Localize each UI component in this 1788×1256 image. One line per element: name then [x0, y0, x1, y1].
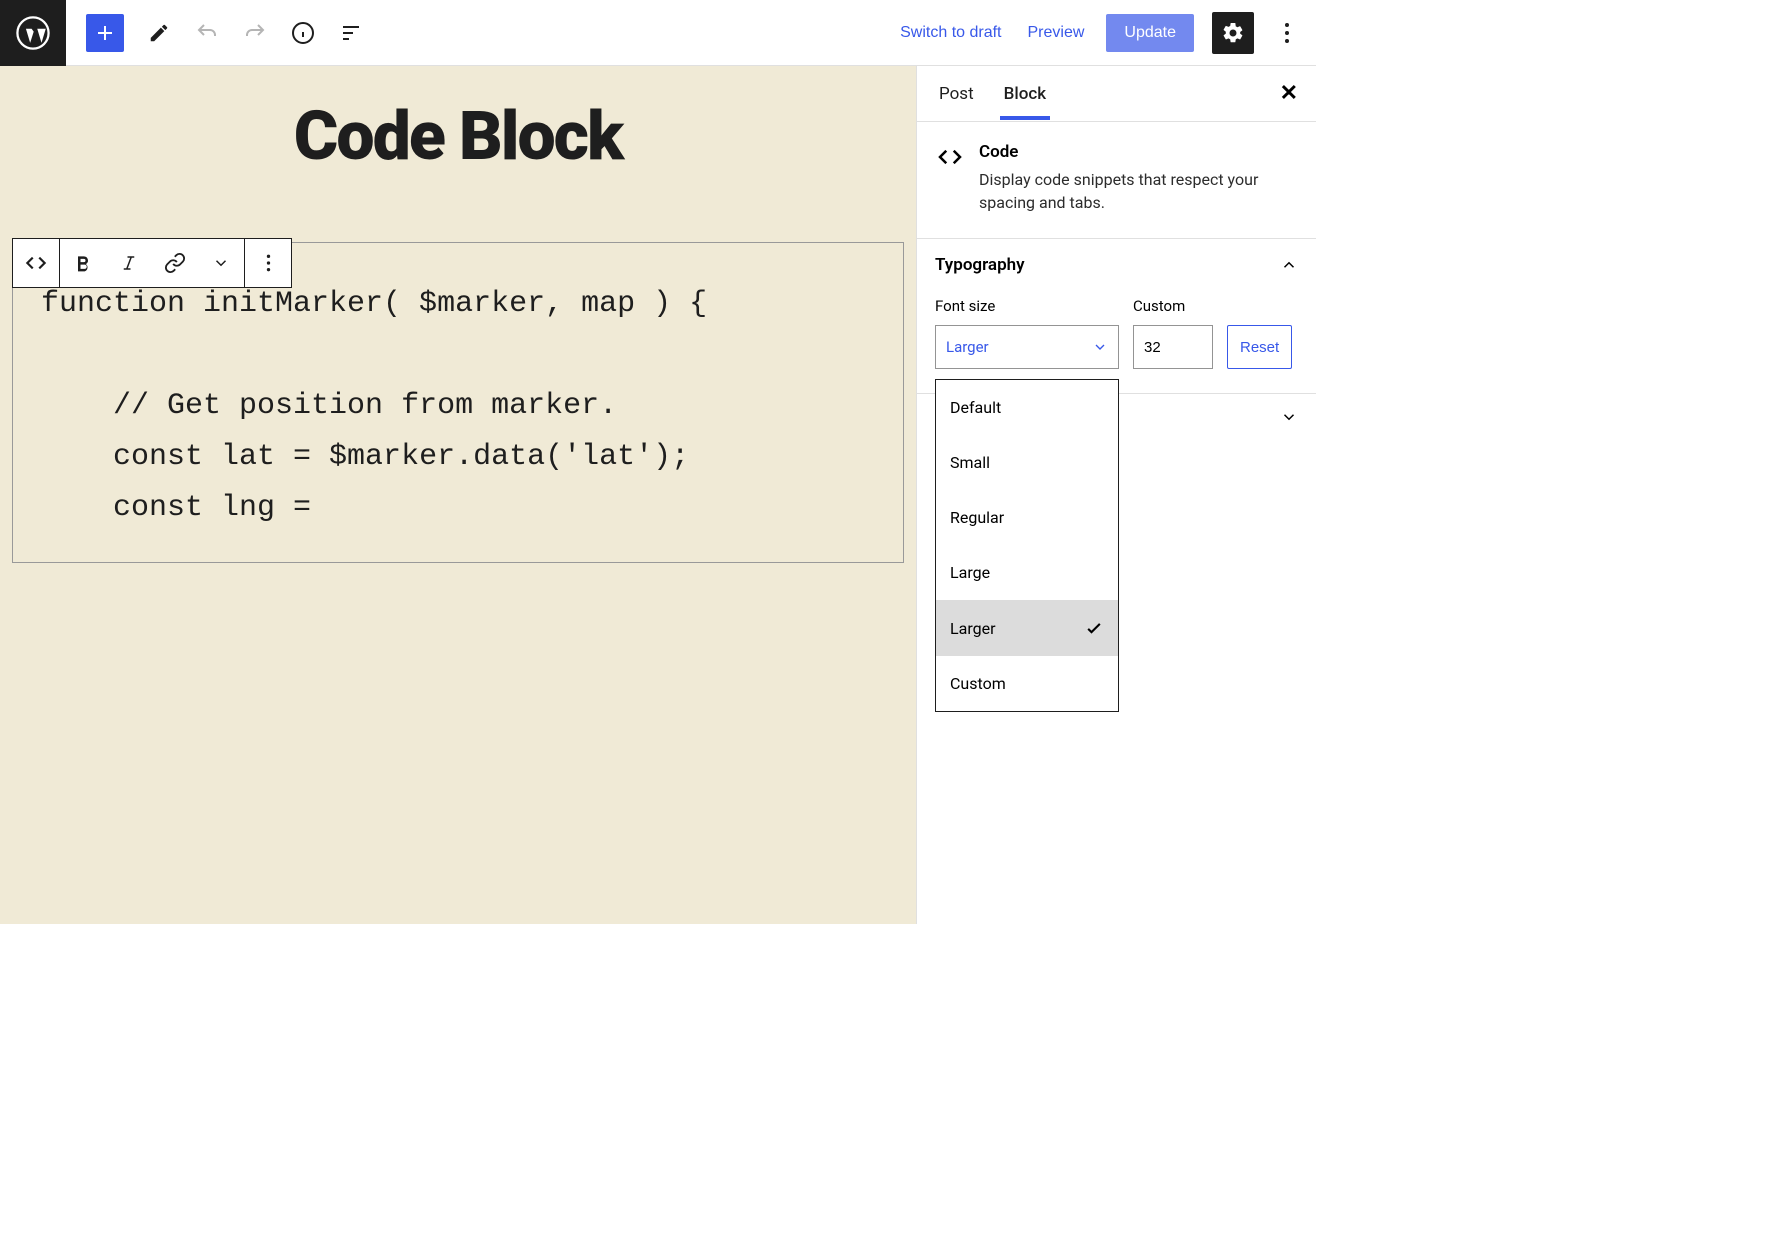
tab-block[interactable]: Block: [1000, 68, 1050, 120]
more-formatting-button[interactable]: [198, 239, 244, 287]
reset-button[interactable]: Reset: [1227, 325, 1292, 369]
custom-label: Custom: [1133, 297, 1213, 315]
edit-icon[interactable]: [146, 20, 172, 46]
list-view-icon[interactable]: [338, 20, 364, 46]
undo-icon[interactable]: [194, 20, 220, 46]
redo-icon[interactable]: [242, 20, 268, 46]
block-toolbar: [12, 238, 292, 288]
tab-post[interactable]: Post: [935, 68, 978, 120]
dropdown-option-small[interactable]: Small: [936, 435, 1118, 490]
dropdown-option-regular[interactable]: Regular: [936, 490, 1118, 545]
code-block-icon[interactable]: [13, 239, 59, 287]
block-description: Display code snippets that respect your …: [979, 168, 1298, 214]
chevron-up-icon: [1280, 256, 1298, 274]
fontsize-select[interactable]: Larger: [935, 325, 1119, 369]
dropdown-option-custom[interactable]: Custom: [936, 656, 1118, 711]
more-options-icon[interactable]: [1272, 22, 1302, 44]
chevron-down-icon: [1092, 339, 1108, 355]
typography-panel-toggle[interactable]: Typography: [917, 239, 1316, 291]
dropdown-option-default[interactable]: Default: [936, 380, 1118, 435]
italic-button[interactable]: [106, 239, 152, 287]
settings-button[interactable]: [1212, 12, 1254, 54]
link-button[interactable]: [152, 239, 198, 287]
fontsize-label: Font size: [935, 297, 1119, 315]
bold-button[interactable]: [60, 239, 106, 287]
switch-to-draft-button[interactable]: Switch to draft: [896, 16, 1005, 50]
page-title[interactable]: Code Block: [0, 96, 916, 176]
block-options-button[interactable]: [245, 239, 291, 287]
fontsize-dropdown: Default Small Regular Large Larger Custo…: [935, 379, 1119, 712]
info-icon[interactable]: [290, 20, 316, 46]
code-block-editor[interactable]: function initMarker( $marker, map ) { //…: [12, 242, 904, 563]
dropdown-option-large[interactable]: Large: [936, 545, 1118, 600]
block-name: Code: [979, 142, 1298, 162]
wordpress-logo[interactable]: [0, 0, 66, 66]
preview-button[interactable]: Preview: [1024, 16, 1089, 50]
custom-fontsize-input[interactable]: [1133, 325, 1213, 369]
update-button[interactable]: Update: [1106, 14, 1194, 52]
chevron-down-icon: [1280, 408, 1298, 426]
dropdown-option-larger[interactable]: Larger: [936, 600, 1118, 656]
code-icon: [935, 142, 965, 214]
check-icon: [1084, 618, 1104, 638]
add-block-button[interactable]: [86, 14, 124, 52]
close-sidebar-icon[interactable]: ✕: [1280, 81, 1298, 106]
